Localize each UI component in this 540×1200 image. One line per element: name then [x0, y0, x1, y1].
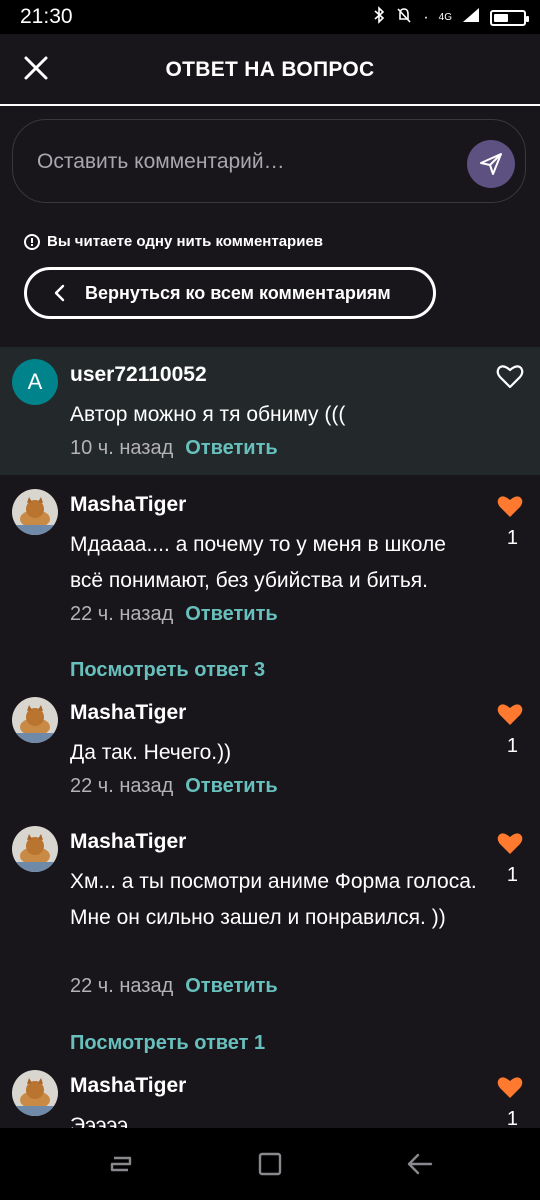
send-icon	[480, 153, 502, 175]
avatar[interactable]	[12, 1070, 58, 1116]
comment-item: MashaTiger 1 Хм... а ты посмотри аниме Ф…	[0, 814, 540, 1014]
reply-link[interactable]: Ответить	[185, 975, 277, 998]
status-bar: 21:30 · 4G	[0, 0, 540, 34]
comment-username[interactable]: MashaTiger	[70, 701, 186, 725]
status-time: 21:30	[20, 5, 73, 28]
bluetooth-icon	[373, 6, 385, 29]
send-button[interactable]	[467, 140, 515, 188]
comment-meta: 22 ч. назад Ответить	[70, 603, 278, 626]
comment-username[interactable]: MashaTiger	[70, 1074, 186, 1098]
like-count: 1	[506, 864, 518, 886]
recent-apps-button[interactable]	[106, 1150, 136, 1178]
dot-icon: ·	[423, 8, 429, 26]
comment-text: Эээээ	[70, 1114, 128, 1128]
page-title: ОТВЕТ НА ВОПРОС	[165, 58, 375, 81]
battery-icon	[490, 9, 529, 26]
comment-text: Хм... а ты посмотри аниме Форма голоса. …	[70, 870, 477, 929]
status-icons: · 4G	[373, 6, 529, 29]
back-button-label: Вернуться ко всем комментариям	[85, 282, 391, 303]
like-count: 1	[506, 527, 518, 549]
comment-box	[12, 119, 526, 204]
comment-item: MashaTiger 1 Да так. Нечего.)) 22 ч. наз…	[0, 685, 540, 815]
comment-username[interactable]: MashaTiger	[70, 493, 186, 517]
comment-item: MashaTiger 1 Мдаааа.... а почему то у ме…	[0, 477, 540, 637]
heart-filled-icon[interactable]	[496, 1074, 524, 1100]
comment-time: 22 ч. назад	[70, 975, 174, 997]
comment-time: 22 ч. назад	[70, 603, 174, 625]
comment-username[interactable]: user72110052	[70, 363, 207, 387]
battery-level	[494, 13, 508, 22]
network-type: 4G	[438, 11, 452, 23]
reply-link[interactable]: Ответить	[185, 437, 277, 460]
comment-text: Мдаааа.... а почему то у меня в школе вс…	[70, 533, 446, 592]
reply-link[interactable]: Ответить	[185, 603, 277, 626]
home-button[interactable]	[255, 1150, 285, 1178]
header: ОТВЕТ НА ВОПРОС	[0, 34, 540, 104]
comment-text: Да так. Нечего.))	[70, 741, 232, 764]
heart-outline-icon[interactable]	[496, 363, 524, 389]
comment-meta: 10 ч. назад Ответить	[70, 437, 278, 460]
comment-time: 10 ч. назад	[70, 437, 174, 459]
avatar[interactable]	[12, 826, 58, 872]
chevron-left-icon	[54, 284, 65, 302]
heart-filled-icon[interactable]	[496, 493, 524, 519]
like-count: 1	[506, 1108, 518, 1128]
comment-item: A user72110052 Автор можно я тя обниму (…	[0, 347, 540, 475]
comment-meta: 22 ч. назад Ответить	[70, 975, 278, 998]
signal-icon	[462, 7, 480, 28]
mute-icon	[395, 6, 413, 29]
avatar[interactable]	[12, 697, 58, 743]
comment-time: 22 ч. назад	[70, 775, 174, 797]
heart-filled-icon[interactable]	[496, 701, 524, 727]
thread-note: Вы читаете одну нить комментариев	[24, 233, 323, 250]
avatar[interactable]	[12, 489, 58, 535]
avatar[interactable]: A	[12, 359, 58, 405]
header-divider	[0, 104, 540, 106]
like-count: 1	[506, 735, 518, 757]
system-nav-bar	[0, 1128, 540, 1200]
heart-filled-icon[interactable]	[496, 830, 524, 856]
view-replies-link[interactable]: Посмотреть ответ 1	[70, 1032, 265, 1055]
thread-note-text: Вы читаете одну нить комментариев	[47, 233, 324, 250]
comment-meta: 22 ч. назад Ответить	[70, 775, 278, 798]
info-icon	[24, 233, 40, 250]
comment-text: Автор можно я тя обниму (((	[70, 403, 346, 426]
comment-item: MashaTiger 1 Эээээ	[0, 1058, 540, 1128]
comment-input[interactable]	[35, 120, 459, 204]
back-to-all-comments-button[interactable]: Вернуться ко всем комментариям	[24, 267, 436, 319]
back-nav-button[interactable]	[405, 1150, 435, 1178]
view-replies-link[interactable]: Посмотреть ответ 3	[70, 659, 265, 682]
comment-username[interactable]: MashaTiger	[70, 830, 186, 854]
reply-link[interactable]: Ответить	[185, 775, 277, 798]
